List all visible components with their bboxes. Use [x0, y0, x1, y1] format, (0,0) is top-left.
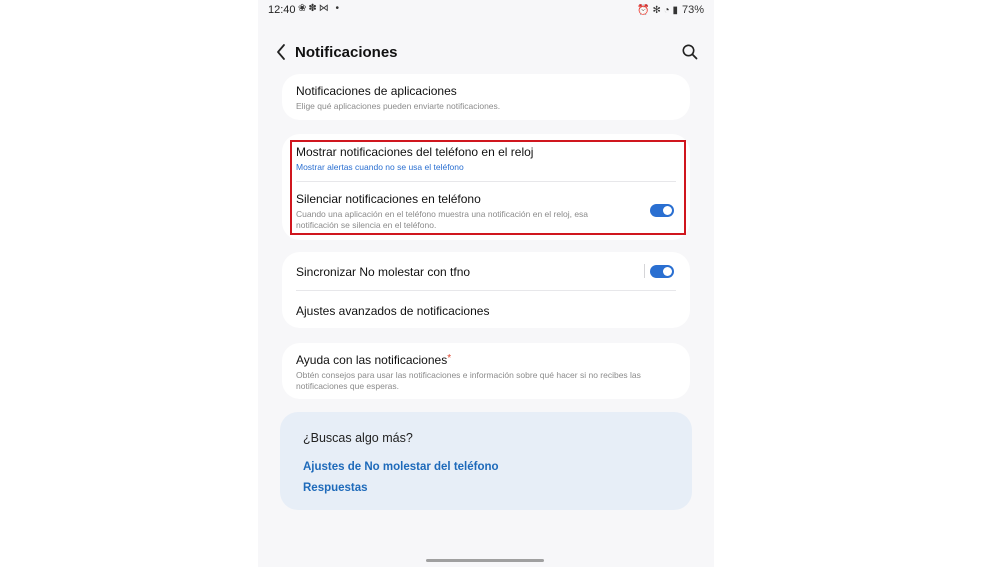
help-title-text: Ayuda con las notificaciones [296, 353, 448, 367]
help-title: Ayuda con las notificaciones* [296, 353, 676, 367]
system-icons: ⏰ ✻ ◔ ▮ [637, 4, 678, 16]
app-notifications-card[interactable]: Notificaciones de aplicaciones Elige qué… [282, 74, 690, 120]
toggle-knob [663, 267, 672, 276]
watch-notifications-card: Mostrar notificaciones del teléfono en e… [282, 134, 690, 240]
status-time: 12:40 [268, 4, 296, 16]
status-right: ⏰ ✻ ◔ ▮ 73% [637, 4, 704, 16]
divider [296, 290, 676, 291]
show-on-watch-title: Mostrar notificaciones del teléfono en e… [296, 145, 534, 159]
replies-link[interactable]: Respuestas [303, 482, 368, 494]
help-subtitle: Obtén consejos para usar las notificacio… [296, 370, 676, 392]
battery-level: 73% [681, 4, 704, 16]
mute-subtitle-line1: Cuando una aplicación en el teléfono mue… [296, 209, 589, 219]
help-item[interactable]: Ayuda con las notificaciones* Obtén cons… [296, 353, 676, 392]
toggle-knob [663, 206, 672, 215]
search-icon[interactable] [680, 42, 700, 62]
sync-dnd-toggle[interactable] [650, 265, 674, 278]
looking-for-more-title: ¿Buscas algo más? [303, 431, 413, 445]
help-subtitle-line1: Obtén consejos para usar las notificacio… [296, 370, 641, 380]
help-card[interactable]: Ayuda con las notificaciones* Obtén cons… [282, 343, 690, 399]
page-title: Notificaciones [295, 44, 398, 61]
looking-for-more-card: ¿Buscas algo más? Ajustes de No molestar… [280, 412, 692, 510]
back-arrow-icon[interactable] [272, 42, 292, 62]
show-on-watch-item[interactable]: Mostrar notificaciones del teléfono en e… [296, 145, 676, 173]
app-bar: Notificaciones [258, 36, 714, 70]
app-notifications-title: Notificaciones de aplicaciones [296, 84, 457, 98]
mute-on-phone-toggle[interactable] [650, 204, 674, 217]
home-indicator[interactable] [426, 559, 544, 562]
mute-subtitle-line2: notificación se silencia en el teléfono. [296, 220, 437, 230]
notification-icons: ❀✽⋈ • [298, 3, 342, 14]
mute-on-phone-subtitle: Cuando una aplicación en el teléfono mue… [296, 209, 630, 231]
dnd-settings-link[interactable]: Ajustes de No molestar del teléfono [303, 461, 499, 473]
vertical-separator [644, 264, 645, 278]
help-subtitle-line2: notificaciones que esperas. [296, 381, 400, 391]
divider [296, 181, 676, 182]
phone-screen: 12:40 ❀✽⋈ • ⏰ ✻ ◔ ▮ 73% Notificaciones N… [258, 0, 714, 567]
new-badge: * [447, 353, 452, 364]
status-bar: 12:40 ❀✽⋈ • ⏰ ✻ ◔ ▮ 73% [258, 0, 714, 22]
mute-on-phone-item[interactable]: Silenciar notificaciones en teléfono Cua… [296, 192, 630, 231]
show-on-watch-subtitle: Mostrar alertas cuando no se usa el telé… [296, 162, 464, 172]
sync-dnd-item[interactable]: Sincronizar No molestar con tfno [296, 265, 676, 279]
app-notifications-item[interactable]: Notificaciones de aplicaciones Elige qué… [296, 84, 676, 112]
mute-on-phone-title: Silenciar notificaciones en teléfono [296, 192, 481, 206]
advanced-settings-item[interactable]: Ajustes avanzados de notificaciones [296, 304, 676, 318]
advanced-settings-title: Ajustes avanzados de notificaciones [296, 304, 490, 318]
app-notifications-subtitle: Elige qué aplicaciones pueden enviarte n… [296, 101, 501, 111]
sync-dnd-title: Sincronizar No molestar con tfno [296, 265, 471, 279]
sync-card: Sincronizar No molestar con tfno Ajustes… [282, 252, 690, 328]
